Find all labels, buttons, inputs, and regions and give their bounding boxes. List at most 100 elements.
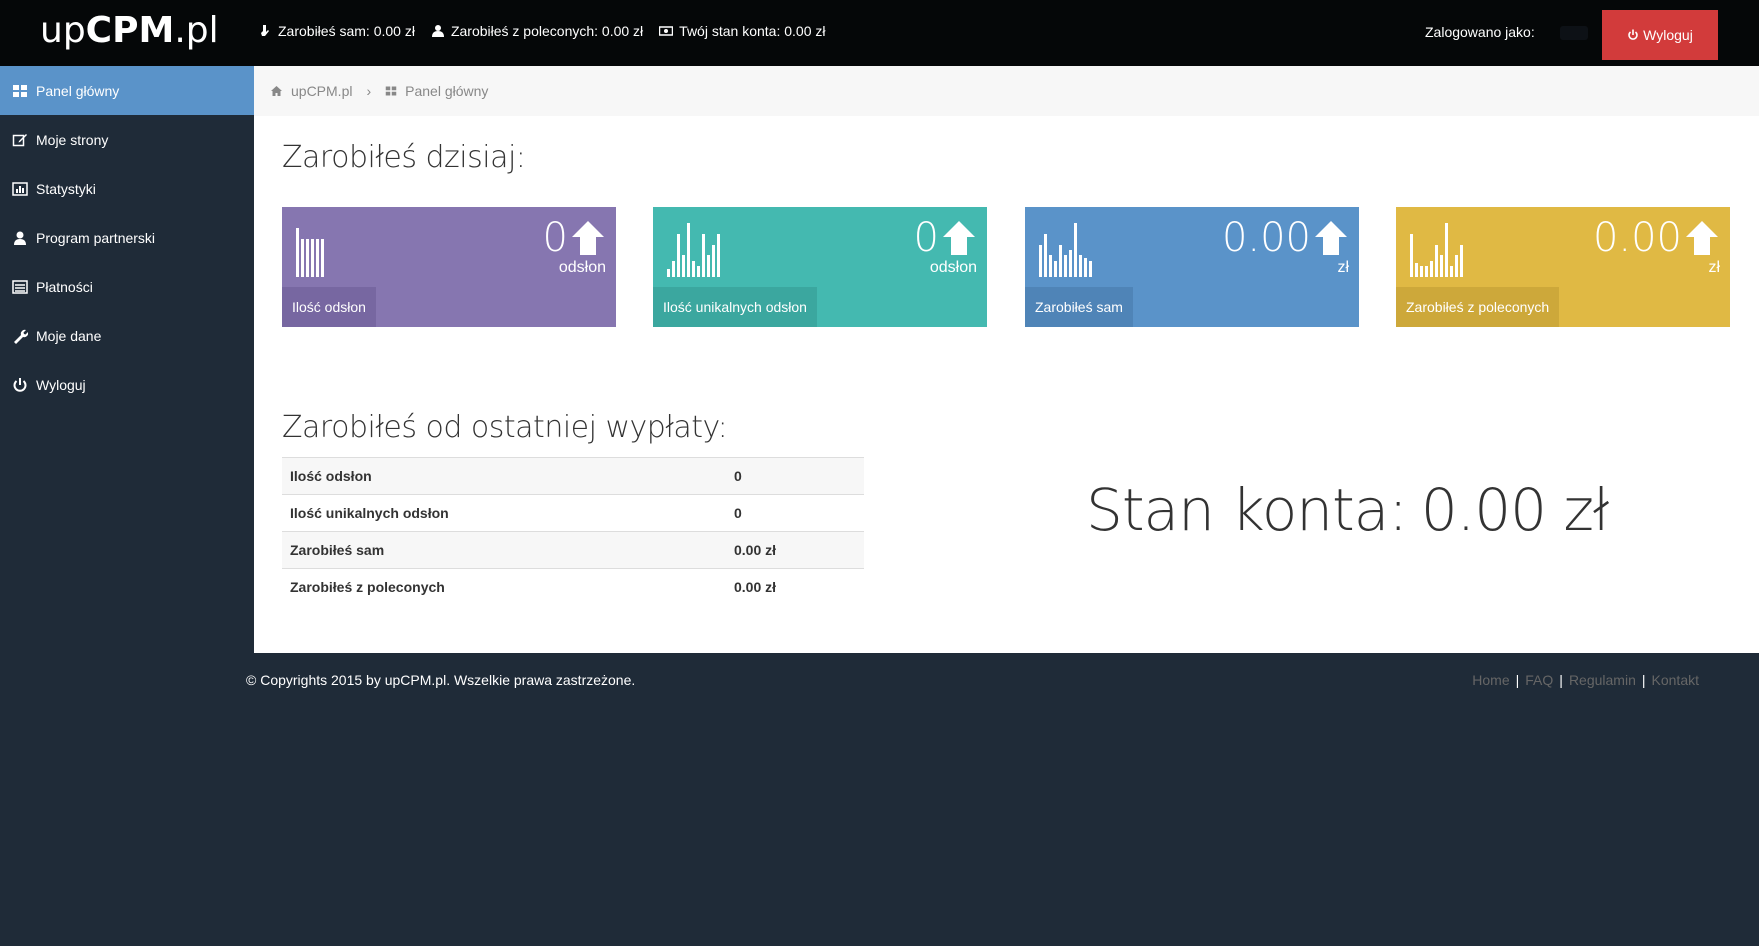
username [1560,26,1588,40]
balance-value: 0.00 zł [1420,476,1610,544]
since-payout-table: Ilość odsłon 0 Ilość unikalnych odsłon 0 Z… [282,457,864,606]
sparkline-bar [1460,245,1463,277]
sparkline-bar [1450,266,1453,277]
tile-earned-referrals: 0.00 zł Zarobiłeś z poleconych [1396,207,1730,327]
breadcrumb-home-link[interactable]: upCPM.pl [291,83,352,99]
sparkline-bar [1079,255,1082,277]
row-label: Zarobiłeś z poleconych [282,568,726,606]
hand-icon [261,25,269,36]
sparkline-bar [717,234,720,277]
sparkline-bar [296,228,299,277]
row-label: Zarobiłeś sam [282,531,726,569]
sparkline-bar [1440,255,1443,277]
logout-button[interactable]: Wyloguj [1602,10,1718,60]
since-payout-title: Zarobiłeś od ostatniej wypłaty: [282,410,728,445]
sparkline-bar [687,223,690,277]
tile-value: 0.00 [1222,215,1349,261]
tile-unique-views: 0 odsłon Ilość unikalnych odsłon [653,207,987,327]
sparkline-bar [677,234,680,277]
sparkline-bar [1445,223,1448,277]
sidebar-item-label: Moje dane [36,327,102,344]
sparkline-bar [1044,234,1047,277]
sidebar-item-label: Wyloguj [36,376,86,393]
tile-unit: zł [1708,259,1720,276]
main-content: upCPM.pl › Panel główny Zarobiłeś dzisia… [254,66,1759,653]
sidebar-item-program-partnerski[interactable]: Program partnerski [0,213,254,262]
sparkline-bar [1064,255,1067,277]
sidebar-item-panel-glowny[interactable]: Panel główny [0,66,254,115]
tile-views: 0 odsłon Ilość odsłon [282,207,616,327]
tile-unit: odsłon [558,259,606,276]
row-label: Ilość unikalnych odsłon [282,494,726,532]
arrow-up-icon [572,221,604,255]
dashboard-icon [13,84,27,97]
sparkline [667,221,720,277]
sidebar-item-label: Płatności [36,278,93,295]
sparkline-bar [1430,261,1433,277]
row-value: 0.00 zł [726,531,864,569]
sidebar-item-label: Statystyki [36,180,96,197]
sparkline-bar [311,239,314,277]
footer-link-kontakt[interactable]: Kontakt [1652,672,1699,688]
sparkline-bar [672,261,675,277]
footer-link-home[interactable]: Home [1472,672,1509,688]
sparkline-bar [1455,255,1458,277]
tile-label: Ilość unikalnych odsłon [653,287,817,327]
footer-link-regulamin[interactable]: Regulamin [1569,672,1636,688]
footer-separator: | [1559,672,1563,688]
footer-separator: | [1515,672,1520,688]
sidebar-item-moje-dane[interactable]: Moje dane [0,311,254,360]
table-row: Zarobiłeś z poleconych 0.00 zł [282,568,864,606]
sparkline-bar [1089,261,1092,277]
sidebar-item-label: Program partnerski [36,229,156,246]
sparkline-bar [1074,223,1077,277]
sidebar: Panel główny Moje strony Statystyki Prog… [0,66,254,946]
footer-links: Home | FAQ | Regulamin | Kontakt [1472,672,1699,688]
sparkline-bar [1084,258,1087,277]
sparkline-bar [1415,263,1418,277]
footer-copyright: © Copyrights 2015 by upCPM.pl. Wszelkie … [246,672,636,688]
stat-balance-text: Twój stan konta: 0.00 zł [679,23,826,39]
sidebar-item-label: Panel główny [36,82,120,99]
user-icon [431,25,444,37]
sparkline-bar [1425,266,1428,277]
arrow-up-icon [943,221,975,255]
sparkline-bar [692,261,695,277]
sparkline-bar [702,234,705,277]
footer-link-faq[interactable]: FAQ [1525,672,1553,688]
tile-label: Zarobiłeś sam [1025,287,1133,327]
home-icon [271,86,282,96]
sparkline-bar [707,255,710,277]
tile-value: 0 [914,215,977,261]
sidebar-item-platnosci[interactable]: Płatności [0,262,254,311]
sparkline-bar [1420,266,1423,277]
table-row: Zarobiłeś sam 0.00 zł [282,531,864,569]
tile-label: Zarobiłeś z poleconych [1396,287,1560,327]
sidebar-item-moje-strony[interactable]: Moje strony [0,115,254,164]
account-balance: Stan konta: 0.00 zł [1086,476,1610,544]
sidebar-item-statystyki[interactable]: Statystyki [0,164,254,213]
sparkline-bar [682,255,685,277]
tile-unit: odsłon [929,259,977,276]
sparkline-bar [667,269,670,277]
user-icon [14,231,26,245]
logo[interactable]: upCPM.pl [40,10,219,51]
stat-earned-referrals: Zarobiłeś z poleconych: 0.00 zł [431,23,643,39]
row-value: 0 [726,457,864,495]
sparkline-bar [306,239,309,277]
logged-in-label: Zalogowano jako: [1425,24,1535,40]
breadcrumb-separator: › [366,83,372,99]
sparkline-bar [1410,234,1413,277]
top-bar: upCPM.pl Zarobiłeś sam: 0.00 zł Zarobiłe… [0,0,1759,66]
dashboard-icon [385,86,397,96]
logout-label: Wyloguj [1643,27,1693,43]
sparkline-bar [1435,245,1438,277]
sparkline-bar [1069,250,1072,277]
sidebar-item-wyloguj[interactable]: Wyloguj [0,360,254,409]
stat-balance: Twój stan konta: 0.00 zł [659,23,825,39]
chart-icon [12,181,28,196]
breadcrumb: upCPM.pl › Panel główny [254,66,1759,116]
sparkline-bar [1054,261,1057,277]
table-row: Ilość odsłon 0 [282,457,864,495]
power-icon [13,377,27,392]
